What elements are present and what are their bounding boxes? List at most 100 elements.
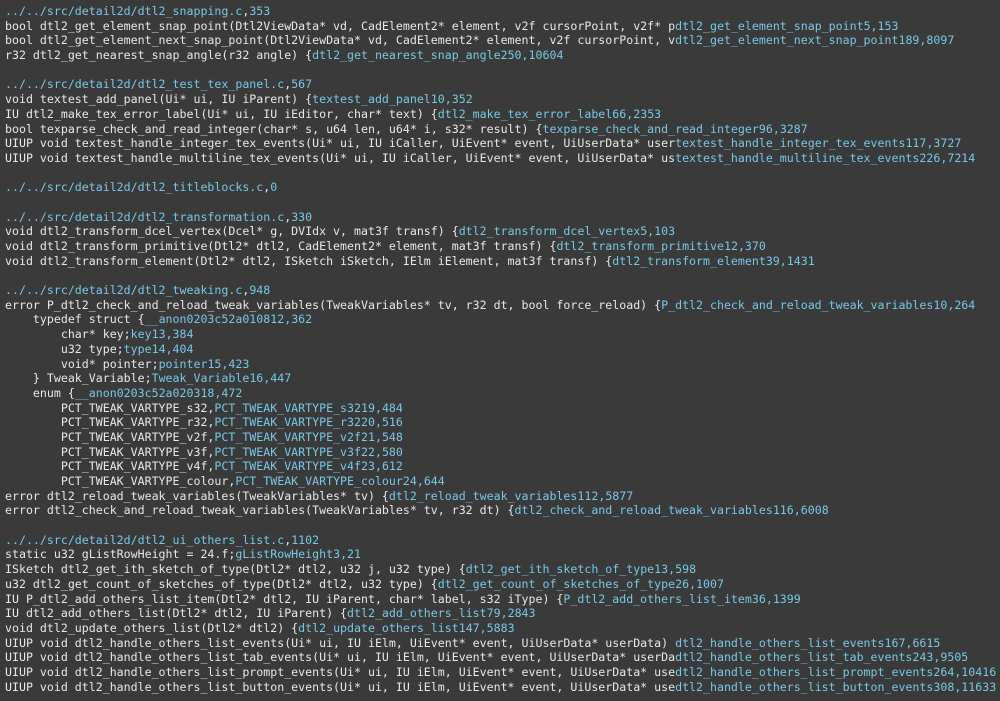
separator: , [165, 341, 173, 356]
tag-name: dtl2_transform_element [612, 253, 766, 268]
tag-line[interactable]: enum {__anon0203c52a020318,472 [5, 386, 1000, 401]
definition-text: void dtl2_update_others_list(Dtl2* dtl2)… [5, 620, 299, 635]
tag-line[interactable]: PCT_TWEAK_VARTYPE_v3f,PCT_TWEAK_VARTYPE_… [5, 445, 1000, 460]
separator: , [500, 606, 508, 621]
tag-line[interactable]: IU dtl2_add_others_list(Dtl2* dtl2, IU i… [5, 606, 1000, 621]
tags-file-editor[interactable]: ../../src/detail2d/dtl2_snapping.c,353 bo… [0, 0, 1000, 701]
tag-name: dtl2_check_and_reload_tweak_variables [514, 503, 773, 518]
line-number: 13 [654, 562, 669, 577]
tag-line[interactable]: IU dtl2_make_tex_error_label(Ui* ui, IU … [5, 107, 1000, 122]
definition-text: error dtl2_reload_tweak_variables(TweakV… [5, 488, 389, 503]
separator: , [779, 253, 787, 268]
tag-line[interactable]: u32 type;type14,404 [5, 342, 1000, 357]
separator: , [374, 429, 382, 444]
byte-offset: 384 [172, 327, 194, 342]
line-number: 39 [765, 253, 780, 268]
line-number: 189 [898, 33, 920, 48]
line-number: 167 [884, 635, 906, 650]
tag-line[interactable]: static u32 gListRowHeight = 24.f;gListRo… [5, 547, 1000, 562]
file-header-line[interactable]: ../../src/detail2d/dtl2_snapping.c,353 [5, 4, 1000, 19]
line-number: 10 [430, 92, 445, 107]
tag-line[interactable]: void dtl2_transform_primitive(Dtl2* dtl2… [5, 239, 1000, 254]
tag-name: dtl2_get_element_next_snap_point [675, 33, 899, 48]
byte-offset: 598 [675, 562, 697, 577]
tag-line[interactable]: u32 dtl2_get_count_of_sketches_of_type(D… [5, 577, 1000, 592]
tag-line[interactable]: UIUP void dtl2_handle_others_list_button… [5, 680, 1000, 695]
byte-offset: 153 [877, 18, 899, 33]
tag-line[interactable]: void textest_add_panel(Ui* ui, IU iParen… [5, 92, 1000, 107]
byte-offset: 2353 [633, 106, 662, 121]
separator: , [374, 400, 382, 415]
tag-line[interactable]: void dtl2_transform_dcel_vertex(Dcel* g,… [5, 224, 1000, 239]
tag-line[interactable]: PCT_TWEAK_VARTYPE_v4f,PCT_TWEAK_VARTYPE_… [5, 459, 1000, 474]
line-number: 12 [270, 312, 285, 327]
definition-text: PCT_TWEAK_VARTYPE_v4f, [5, 459, 215, 474]
tag-line[interactable]: char* key;key13,384 [5, 327, 1000, 342]
tag-line[interactable]: typedef struct {__anon0203c52a010812,362 [5, 312, 1000, 327]
line-number: 5 [863, 18, 871, 33]
tag-line[interactable]: UIUP void dtl2_handle_others_list_events… [5, 636, 1000, 651]
separator: , [340, 547, 348, 562]
byte-offset: 10604 [528, 48, 564, 63]
definition-text: void dtl2_transform_dcel_vertex(Dcel* g,… [5, 224, 459, 239]
byte-offset: 472 [221, 385, 243, 400]
file-header-line[interactable]: ../../src/detail2d/dtl2_tweaking.c,948 [5, 283, 1000, 298]
separator: , [689, 576, 697, 591]
tag-line[interactable]: PCT_TWEAK_VARTYPE_colour,PCT_TWEAK_VARTY… [5, 474, 1000, 489]
byte-offset: 644 [423, 474, 445, 488]
definition-text: r32 dtl2_get_nearest_snap_angle(r32 angl… [5, 48, 313, 63]
separator: , [374, 444, 382, 459]
tag-line[interactable]: IU P_dtl2_add_others_list_item(Dtl2* dtl… [5, 592, 1000, 607]
tag-line[interactable]: bool dtl2_get_element_snap_point(Dtl2Vie… [5, 19, 1000, 34]
byte-offset: 6615 [912, 635, 941, 650]
separator: , [374, 459, 382, 474]
tag-name: textest_handle_integer_tex_events [675, 136, 906, 151]
definition-text: ISketch dtl2_get_ith_sketch_of_type(Dtl2… [5, 562, 466, 577]
tag-line[interactable]: } Tweak_Variable;Tweak_Variable16,447 [5, 371, 1000, 386]
tag-line[interactable]: error dtl2_check_and_reload_tweak_variab… [5, 503, 1000, 518]
tag-name: dtl2_get_count_of_sketches_of_type [437, 576, 676, 591]
tag-line[interactable]: error P_dtl2_check_and_reload_tweak_vari… [5, 298, 1000, 313]
tag-name: key [130, 327, 152, 342]
line-number: 23 [361, 459, 375, 474]
tag-line[interactable]: UIUP void dtl2_handle_others_list_prompt… [5, 665, 1000, 680]
definition-text: PCT_TWEAK_VARTYPE_v3f, [5, 444, 215, 459]
tag-name: __anon0203c52a0203 [74, 385, 201, 400]
tag-line[interactable]: bool texparse_check_and_read_integer(cha… [5, 122, 1000, 137]
byte-offset: 8097 [926, 33, 955, 48]
file-size: 948 [249, 283, 271, 298]
line-number: 24 [402, 474, 417, 488]
file-header-line[interactable]: ../../src/detail2d/dtl2_test_tex_panel.c… [5, 77, 1000, 92]
tag-line[interactable]: ISketch dtl2_get_ith_sketch_of_type(Dtl2… [5, 562, 1000, 577]
tag-line[interactable]: PCT_TWEAK_VARTYPE_v2f,PCT_TWEAK_VARTYPE_… [5, 430, 1000, 445]
tag-line[interactable]: void dtl2_transform_element(Dtl2* dtl2, … [5, 254, 1000, 269]
file-header-line[interactable]: ../../src/detail2d/dtl2_ui_others_list.c… [5, 533, 1000, 548]
definition-text: UIUP void dtl2_handle_others_list_prompt… [5, 664, 676, 679]
line-number: 20 [361, 415, 375, 430]
file-header-line[interactable]: ../../src/detail2d/dtl2_transformation.c… [5, 210, 1000, 225]
tag-line[interactable]: error dtl2_reload_tweak_variables(TweakV… [5, 489, 1000, 504]
tag-line[interactable]: void* pointer;pointer15,423 [5, 357, 1000, 372]
definition-text: u32 type; [5, 341, 124, 356]
tag-name: textest_add_panel [312, 92, 431, 107]
tag-line[interactable]: UIUP void textest_handle_integer_tex_eve… [5, 136, 1000, 151]
byte-offset: 1399 [772, 591, 801, 606]
definition-text: bool texparse_check_and_read_integer(cha… [5, 121, 543, 136]
tag-line[interactable]: PCT_TWEAK_VARTYPE_s32,PCT_TWEAK_VARTYPE_… [5, 401, 1000, 416]
tag-line[interactable]: bool dtl2_get_element_next_snap_point(Dt… [5, 33, 1000, 48]
file-size: 567 [291, 77, 313, 92]
tag-line[interactable]: UIUP void textest_handle_multiline_tex_e… [5, 151, 1000, 166]
file-header-line[interactable]: ../../src/detail2d/dtl2_titleblocks.c,0 [5, 180, 1000, 195]
tag-line[interactable]: PCT_TWEAK_VARTYPE_r32,PCT_TWEAK_VARTYPE_… [5, 415, 1000, 430]
tag-line[interactable]: void dtl2_update_others_list(Dtl2* dtl2)… [5, 621, 1000, 636]
tag-name: dtl2_reload_tweak_variables [388, 488, 578, 503]
tag-line[interactable]: r32 dtl2_get_nearest_snap_angle(r32 angl… [5, 48, 1000, 63]
definition-text: error dtl2_check_and_reload_tweak_variab… [5, 503, 515, 518]
definition-text: char* key; [5, 327, 131, 342]
definition-text: void dtl2_transform_primitive(Dtl2* dtl2… [5, 239, 557, 253]
byte-offset: 362 [291, 312, 313, 327]
line-number: 264 [933, 664, 955, 679]
tag-line[interactable]: UIUP void dtl2_handle_others_list_tab_ev… [5, 650, 1000, 665]
